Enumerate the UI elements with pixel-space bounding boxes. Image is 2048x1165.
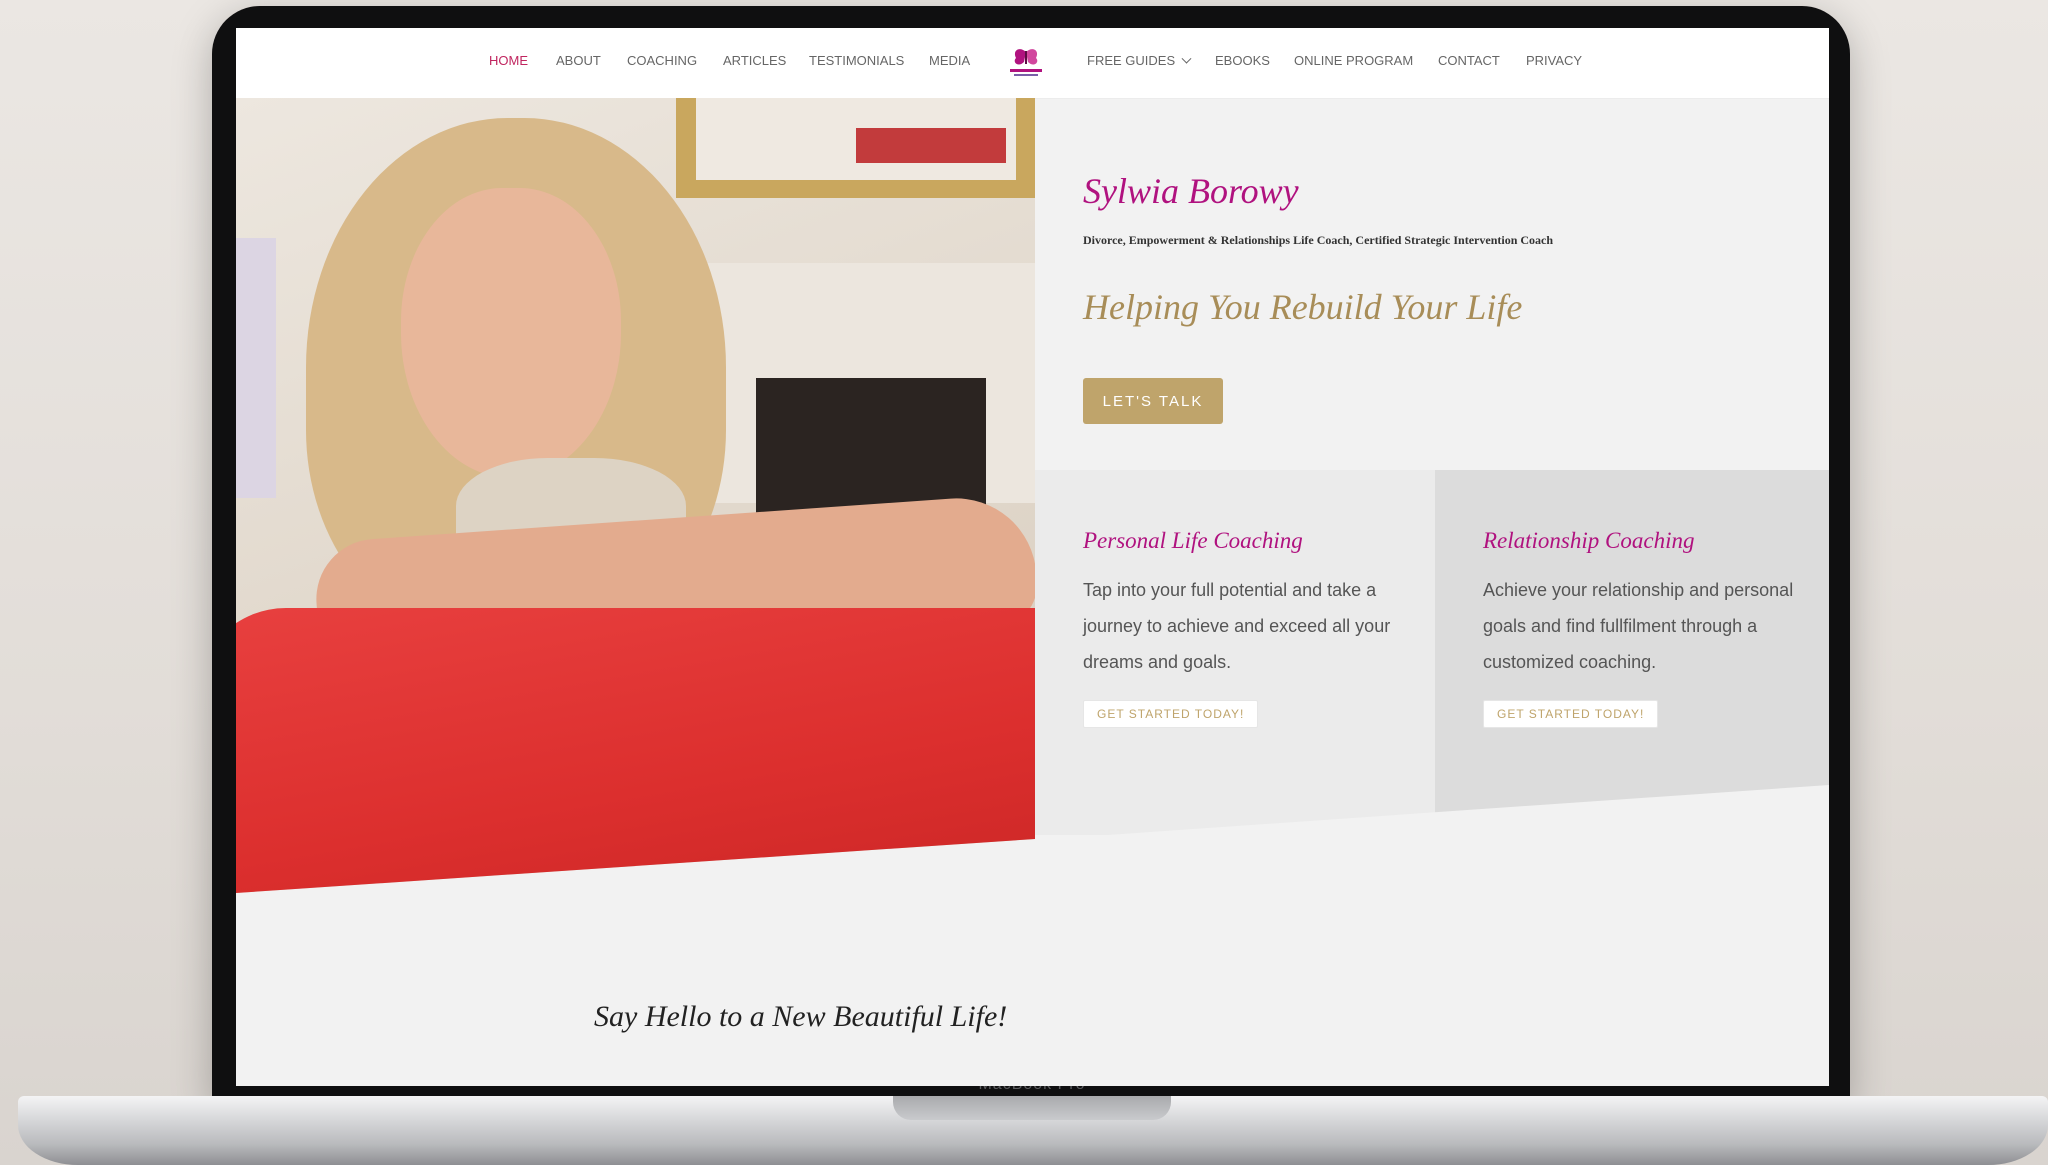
nav-online-program[interactable]: ONLINE PROGRAM <box>1294 53 1413 68</box>
get-started-button-personal[interactable]: GET STARTED TODAY! <box>1083 700 1259 728</box>
site-header: HOME ABOUT COACHING ARTICLES TESTIMONIAL… <box>236 28 1829 99</box>
section-heading: Say Hello to a New Beautiful Life! <box>594 1000 1008 1033</box>
nav-privacy[interactable]: PRIVACY <box>1526 53 1582 68</box>
intro-subtitle: Divorce, Empowerment & Relationships Lif… <box>1083 233 1554 247</box>
intro-name: Sylwia Borowy <box>1083 171 1299 211</box>
nav-coaching[interactable]: COACHING <box>627 53 697 68</box>
nav-free-guides-label: FREE GUIDES <box>1087 53 1176 68</box>
butterfly-logo-icon[interactable] <box>1006 46 1046 78</box>
chevron-down-icon <box>1181 53 1192 64</box>
get-started-button-relationship[interactable]: GET STARTED TODAY! <box>1483 700 1659 728</box>
service-title: Personal Life Coaching <box>1083 528 1303 553</box>
website-screen: HOME ABOUT COACHING ARTICLES TESTIMONIAL… <box>236 28 1829 1086</box>
laptop-notch <box>893 1096 1171 1120</box>
service-description: Tap into your full potential and take a … <box>1083 580 1391 672</box>
nav-ebooks[interactable]: EBOOKS <box>1215 53 1270 68</box>
nav-home[interactable]: HOME <box>489 53 528 68</box>
service-panel-personal: Personal Life Coaching Tap into your ful… <box>1035 470 1435 835</box>
nav-testimonials[interactable]: TESTIMONIALS <box>809 53 904 68</box>
service-title: Relationship Coaching <box>1483 528 1695 553</box>
nav-articles[interactable]: ARTICLES <box>723 53 786 68</box>
nav-media[interactable]: MEDIA <box>929 53 970 68</box>
service-description: Achieve your relationship and personal g… <box>1483 580 1794 672</box>
nav-free-guides[interactable]: FREE GUIDES <box>1087 53 1192 68</box>
nav-contact[interactable]: CONTACT <box>1438 53 1500 68</box>
service-panel-relationship: Relationship Coaching Achieve your relat… <box>1435 470 1829 835</box>
intro-tagline: Helping You Rebuild Your Life <box>1083 287 1523 327</box>
nav-about[interactable]: ABOUT <box>556 53 601 68</box>
hero-photo <box>236 98 1035 893</box>
lets-talk-button[interactable]: LET'S TALK <box>1083 378 1223 424</box>
